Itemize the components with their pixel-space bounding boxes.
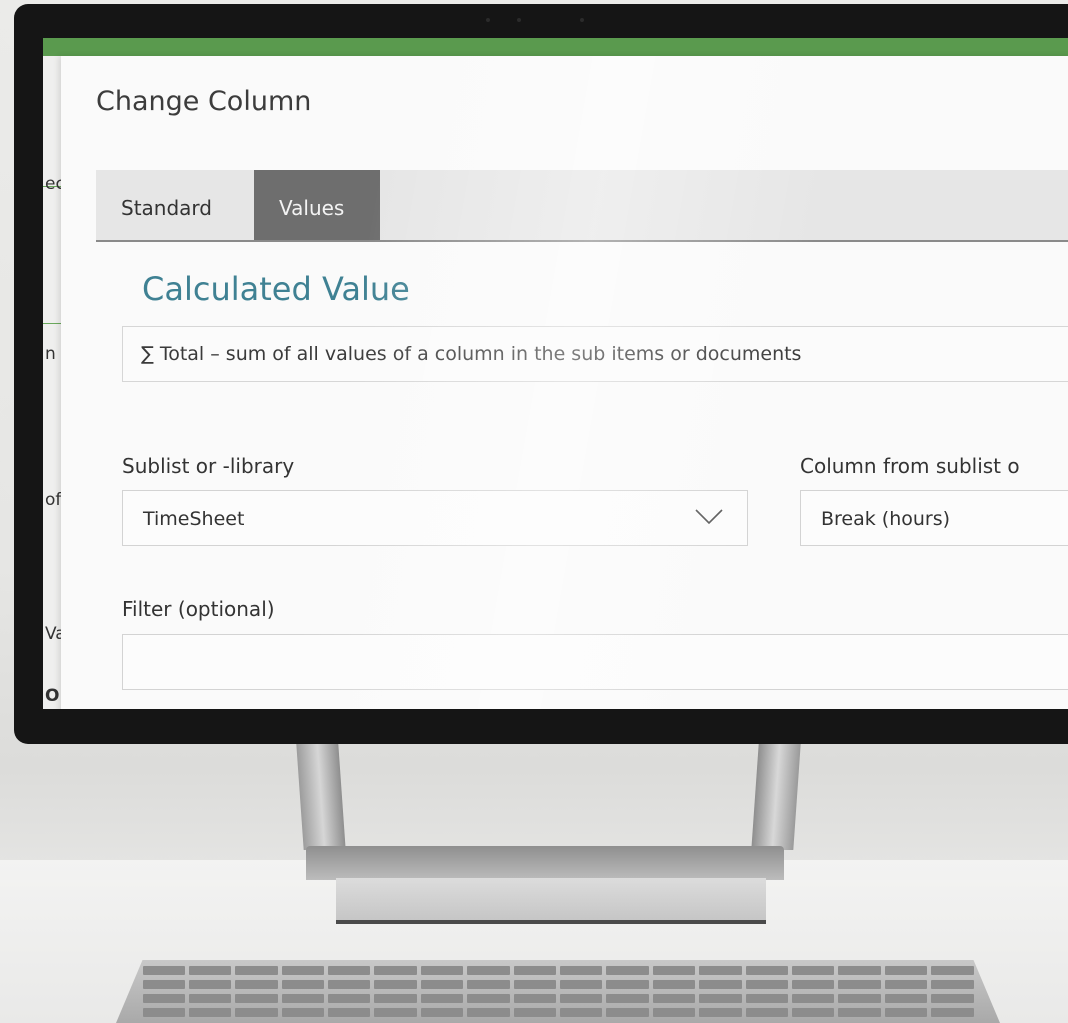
- column-value: Break (hours): [821, 508, 951, 530]
- keyboard: [116, 960, 1000, 1023]
- background-text-fragment: n: [45, 344, 56, 364]
- column-label: Column from sublist o: [800, 454, 1020, 478]
- camera-sensor: [486, 18, 490, 22]
- calculation-type-select[interactable]: ∑ Total – sum of all values of a column …: [122, 326, 1068, 382]
- tab-standard[interactable]: Standard: [96, 170, 254, 240]
- filter-label: Filter (optional): [122, 597, 275, 621]
- stand-base-front: [336, 878, 766, 924]
- section-heading: Calculated Value: [142, 270, 410, 308]
- calculation-type-value: ∑ Total – sum of all values of a column …: [141, 343, 802, 365]
- background-text-fragment: of: [45, 490, 61, 510]
- sublist-dropdown[interactable]: TimeSheet: [122, 490, 748, 546]
- background-text-fragment: OU: [45, 686, 61, 706]
- keyboard-row: [142, 1008, 974, 1017]
- filter-input[interactable]: [122, 634, 1068, 690]
- column-dropdown[interactable]: Break (hours): [800, 490, 1068, 546]
- background-text-fragment: Va: [45, 624, 61, 644]
- dialog-title: Change Column: [96, 86, 312, 117]
- camera-sensor: [580, 18, 584, 22]
- stand-arm-left: [296, 744, 346, 850]
- chevron-down-icon[interactable]: [695, 509, 723, 525]
- keyboard-row: [142, 994, 974, 1003]
- camera-lens: [517, 18, 521, 22]
- sublist-value: TimeSheet: [143, 508, 245, 530]
- change-column-dialog: Change Column Standard Values Calculated…: [61, 56, 1068, 709]
- background-text-fragment: ec: [45, 174, 61, 194]
- background-app-header: [43, 38, 1068, 56]
- tab-values[interactable]: Values: [254, 170, 380, 240]
- keyboard-row: [142, 966, 974, 975]
- tab-strip: Standard Values: [96, 170, 1068, 242]
- sublist-label: Sublist or -library: [122, 454, 295, 478]
- stand-base-top: [306, 846, 784, 880]
- monitor-screen: ec n of Va OU Change Column Standard Val…: [43, 38, 1068, 709]
- keyboard-row: [142, 980, 974, 989]
- background-divider: [43, 323, 63, 324]
- stand-arm-right: [751, 744, 801, 850]
